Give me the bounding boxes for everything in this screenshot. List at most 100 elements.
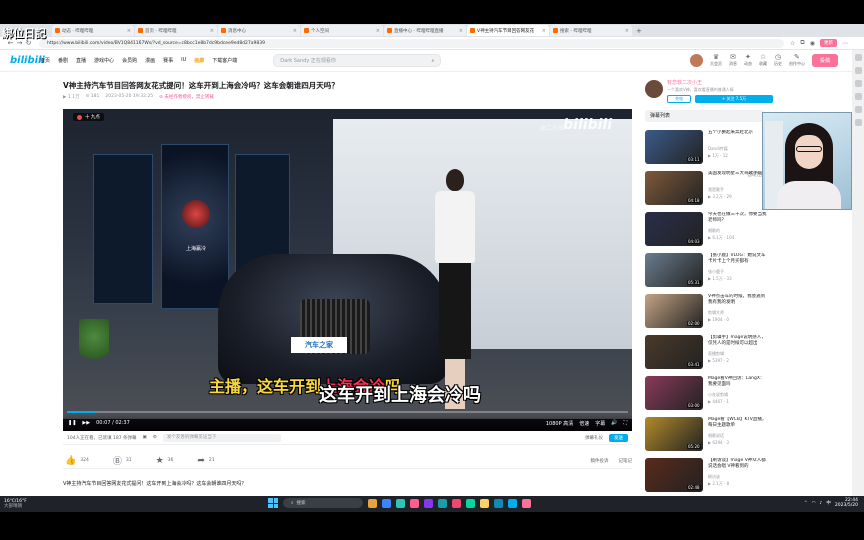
recommend-author[interactable]: 张小鹿子 bbox=[708, 269, 724, 275]
taskbar-search[interactable]: ⌕ 搜索 bbox=[283, 498, 363, 508]
share-button[interactable]: ➦ 21 bbox=[197, 456, 214, 466]
recommend-title[interactable]: 五个小舅起来奔赴北京 bbox=[708, 130, 768, 142]
recommend-author[interactable]: 唱歌说话 bbox=[708, 433, 724, 439]
recommend-author[interactable]: 小灰说剪辑 bbox=[708, 392, 728, 398]
search-input[interactable]: Dark Sandy 正在观看你 ⌕ bbox=[273, 54, 442, 67]
weather-widget[interactable]: 16℃/16°F 大部晴朗 bbox=[4, 499, 64, 509]
windows-start-icon[interactable] bbox=[268, 498, 278, 508]
recommend-title[interactable]: 【剪辑手】mage说明感人，仅凭人的是时候可以超出 bbox=[708, 335, 768, 347]
header-entry[interactable]: ☆ 收藏 bbox=[759, 53, 767, 67]
update-button[interactable]: 更新 bbox=[819, 39, 837, 47]
uploader-avatar[interactable] bbox=[645, 80, 663, 98]
ext-icon-3[interactable] bbox=[854, 80, 862, 87]
ext-icon-6[interactable] bbox=[854, 119, 862, 126]
nav-item[interactable]: 直播 bbox=[76, 57, 86, 64]
danmaku-etiquette-link[interactable]: 弹幕礼仪 bbox=[585, 435, 603, 441]
uploader-name[interactable]: 有恋软二次小王 bbox=[667, 79, 702, 86]
nav-item[interactable]: 首页 bbox=[40, 57, 50, 64]
toolbar-link[interactable]: 记笔记 bbox=[619, 458, 633, 464]
recommend-title[interactable]: V神点击车的时候，我会遇到我有我的发明 bbox=[708, 294, 768, 306]
danmaku-settings-icon[interactable]: ⚙ bbox=[153, 435, 157, 440]
taskbar-app-icon[interactable] bbox=[410, 498, 419, 508]
header-entry[interactable]: ♛ 大会员 bbox=[710, 53, 722, 67]
play-pause-icon[interactable]: ❚❚ bbox=[68, 420, 76, 426]
recommend-title[interactable]: 【刷访谈】mage V神众人都说话会唱 V神看到的 bbox=[708, 458, 768, 470]
browser-tab[interactable]: 搜索 - 哔哩哔哩 × bbox=[550, 25, 632, 36]
player-control[interactable]: 1080P 高清 bbox=[546, 420, 573, 427]
browser-tab[interactable]: 消息中心 × bbox=[218, 25, 300, 36]
recommend-author[interactable]: 刷访谈 bbox=[708, 474, 720, 480]
taskbar-app-icon[interactable] bbox=[424, 498, 433, 508]
recommend-item[interactable]: 05:20 Mage看【WCB】KTV直播，每日主题歌单 唱歌说话 ▶ 6294 · … bbox=[645, 417, 767, 453]
recommend-item[interactable]: 02:48 【刷访谈】mage V神众人都说话会唱 V神看到的 刷访谈 ▶ 2.1万 … bbox=[645, 458, 767, 494]
toolbar-link[interactable]: 稿件投诉 bbox=[591, 458, 609, 464]
header-entry[interactable]: ✦ 动态 bbox=[744, 53, 752, 67]
nav-item[interactable]: 番剧 bbox=[58, 57, 68, 64]
header-entry[interactable]: ✉ 消息 bbox=[729, 53, 737, 67]
extensions-icon[interactable]: ⧉ bbox=[800, 39, 804, 47]
nav-item[interactable]: IU bbox=[181, 57, 186, 64]
profile-icon[interactable]: ◉ bbox=[810, 40, 815, 47]
player-control[interactable]: 倍速 bbox=[579, 420, 589, 427]
recommend-item[interactable]: 04:18 美国发现明星三大哥歌手呢 我是歌手 ▶ 3.2万 · 29 bbox=[645, 171, 767, 207]
browser-tab[interactable]: V神主持汽车节目回答网友花 × bbox=[467, 25, 549, 36]
clock[interactable]: 22:44 2023/5/20 bbox=[835, 498, 858, 508]
taskbar-app-icon[interactable] bbox=[466, 498, 475, 508]
tab-close-icon[interactable]: × bbox=[625, 28, 629, 34]
recommend-title[interactable]: Mage看【WCB】KTV直播，每日主题歌单 bbox=[708, 417, 768, 429]
taskbar-app-icon[interactable] bbox=[452, 498, 461, 508]
taskbar-app-icon[interactable] bbox=[522, 498, 531, 508]
coin-button[interactable]: Ⓑ 31 bbox=[113, 454, 132, 467]
nav-item[interactable]: 会员购 bbox=[122, 57, 137, 64]
tab-close-icon[interactable]: × bbox=[459, 28, 463, 34]
tab-close-icon[interactable]: × bbox=[127, 28, 131, 34]
danmaku-list-toggle[interactable]: 弹幕列表 bbox=[645, 110, 765, 122]
menu-icon[interactable]: ⋯ bbox=[842, 40, 848, 47]
recommend-item[interactable]: 02:00 V神点击车的时候，我会遇到我有我的发明 剪辑大师 ▶ 1904 · 0 bbox=[645, 294, 767, 330]
new-tab-icon[interactable]: + bbox=[636, 27, 642, 35]
tab-close-icon[interactable]: × bbox=[376, 28, 380, 34]
next-icon[interactable]: ▶▶ bbox=[82, 420, 90, 426]
danmaku-input[interactable]: 发个友善的弹幕见证当下 bbox=[162, 433, 281, 442]
tab-close-icon[interactable]: × bbox=[542, 28, 546, 34]
ext-icon-1[interactable] bbox=[854, 54, 862, 61]
search-icon[interactable]: ⌕ bbox=[431, 58, 434, 64]
charge-button[interactable]: 充电 bbox=[667, 95, 691, 103]
browser-tab[interactable]: 个人空间 × bbox=[301, 25, 383, 36]
upload-button[interactable]: 投稿 bbox=[811, 53, 838, 67]
ext-icon-5[interactable] bbox=[854, 106, 862, 113]
header-entry[interactable]: ◷ 历史 bbox=[774, 53, 782, 67]
danmaku-toggle-icon[interactable]: ▣ bbox=[143, 435, 147, 440]
taskbar-app-icon[interactable] bbox=[438, 498, 447, 508]
recommend-title[interactable]: 美国发现明星三大哥歌手呢 bbox=[708, 171, 768, 183]
volume-icon[interactable]: 🔊 bbox=[611, 420, 617, 426]
recommend-title[interactable]: 【张小鹿】VLOG：她说文车卡片卡上个月买都有 bbox=[708, 253, 768, 265]
player-control[interactable]: 字幕 bbox=[595, 420, 605, 427]
recommend-title[interactable]: 今天也在做三千次，你要当我老师吗？ bbox=[708, 212, 768, 224]
ext-icon-2[interactable] bbox=[854, 67, 862, 74]
nav-item[interactable]: 下载客户端 bbox=[212, 57, 237, 64]
star-icon[interactable]: ☆ bbox=[790, 40, 795, 47]
recommend-author[interactable]: 剪辑大师 bbox=[708, 310, 724, 316]
danmaku-send-button[interactable]: 发送 bbox=[609, 433, 628, 442]
recommend-author[interactable]: 唱歌的 bbox=[708, 228, 720, 234]
favorite-button[interactable]: ★ 36 bbox=[156, 456, 174, 466]
recommend-item[interactable]: 03:11 五个小舅起来奔赴北京 Dandi传媒 ▶ 1万 · 12 bbox=[645, 130, 767, 166]
fullscreen-icon[interactable]: ⛶ bbox=[623, 420, 627, 426]
taskbar-app-icon[interactable] bbox=[382, 498, 391, 508]
ext-icon-4[interactable] bbox=[854, 93, 862, 100]
wifi-icon[interactable]: ◠ bbox=[812, 501, 816, 506]
speaker-icon[interactable]: ♪ bbox=[820, 501, 823, 506]
recommend-item[interactable]: 03:00 Mage看V神回访：LangX：我要见面吗 小灰说剪辑 ▶ 4467 · … bbox=[645, 376, 767, 412]
browser-tab[interactable]: 直播中心 - 哔哩哔哩直播 × bbox=[384, 25, 466, 36]
taskbar-app-icon[interactable] bbox=[368, 498, 377, 508]
like-button[interactable]: 👍 324 bbox=[65, 456, 89, 466]
progress-bar[interactable] bbox=[67, 411, 628, 413]
tray-arrow-icon[interactable]: ⌃ bbox=[804, 501, 808, 506]
user-avatar[interactable] bbox=[689, 53, 703, 67]
recommend-item[interactable]: 04:03 今天也在做三千次，你要当我老师吗？ 唱歌的 ▶ 6.1万 · 104 bbox=[645, 212, 767, 248]
recommend-item[interactable]: 03:41 【剪辑手】mage说明感人，仅凭人的是时候可以超出 直播剪辑 ▶ 5397… bbox=[645, 335, 767, 371]
recommend-item[interactable]: 05:31 【张小鹿】VLOG：她说文车卡片卡上个月买都有 张小鹿子 ▶ 1.5万 ·… bbox=[645, 253, 767, 289]
taskbar-app-icon[interactable] bbox=[396, 498, 405, 508]
nav-item[interactable]: 画廊 bbox=[194, 57, 204, 64]
